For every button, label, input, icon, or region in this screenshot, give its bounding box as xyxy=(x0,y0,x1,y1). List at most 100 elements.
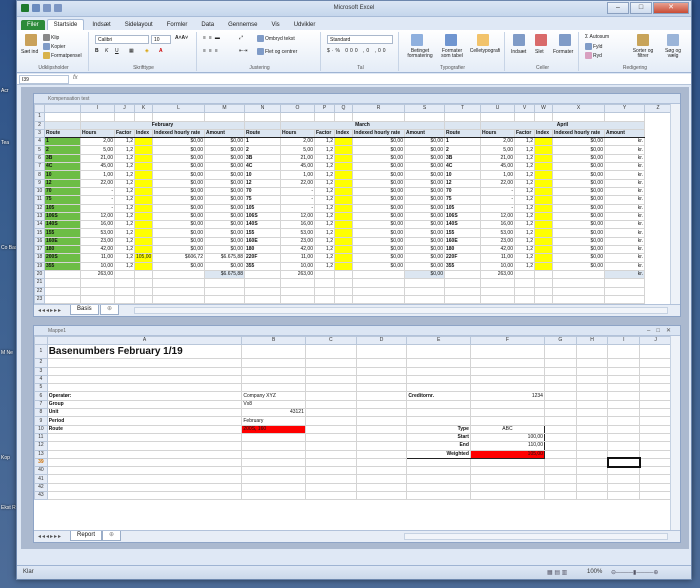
indexed-rate-cell[interactable]: $0,00 xyxy=(352,137,405,147)
amount-cell[interactable]: kr. xyxy=(604,195,645,205)
index-cell[interactable] xyxy=(134,170,153,180)
index-cell[interactable] xyxy=(534,245,553,255)
column-header[interactable]: G xyxy=(543,336,577,346)
cell[interactable] xyxy=(406,366,471,376)
cell[interactable] xyxy=(355,391,408,401)
indexed-rate-cell[interactable]: $0,00 xyxy=(552,137,605,147)
factor-cell[interactable]: 1,2 xyxy=(114,186,135,197)
sheet-tab-report[interactable]: Report xyxy=(70,531,103,541)
cell[interactable] xyxy=(639,432,670,443)
cell[interactable] xyxy=(241,491,306,501)
hours-cell[interactable]: 23,00 xyxy=(480,236,515,247)
hours-cell[interactable]: 22,00 xyxy=(480,178,515,188)
column-label[interactable]: Hours xyxy=(480,128,515,139)
row-header[interactable]: 13 xyxy=(34,449,48,459)
field-value[interactable]: 43121 xyxy=(241,408,306,418)
field-label[interactable]: Period xyxy=(46,416,243,426)
row-header[interactable]: 12 xyxy=(34,441,48,451)
cell[interactable] xyxy=(534,269,553,280)
route-cell[interactable]: 355 xyxy=(44,261,81,271)
cell[interactable] xyxy=(114,269,135,280)
index-cell[interactable] xyxy=(334,170,353,180)
route-cell[interactable]: 75 xyxy=(244,195,281,205)
route-cell[interactable]: 155 xyxy=(44,228,81,238)
index-cell[interactable] xyxy=(534,145,553,155)
indexed-rate-cell[interactable]: $606,72 xyxy=(152,253,205,263)
index-cell[interactable] xyxy=(334,220,353,230)
cell[interactable] xyxy=(607,474,641,484)
month-header[interactable]: March xyxy=(280,120,445,130)
column-header[interactable]: I xyxy=(80,104,115,114)
cell[interactable] xyxy=(604,294,645,304)
grow-font-icon[interactable]: A˄A˅ xyxy=(175,35,188,41)
factor-cell[interactable]: 1,2 xyxy=(114,236,135,247)
factor-cell[interactable]: 1,2 xyxy=(514,220,535,230)
cell[interactable] xyxy=(543,432,577,443)
fx-icon[interactable]: fx xyxy=(73,75,78,81)
end-value[interactable]: 110,00 xyxy=(469,441,545,451)
hours-cell[interactable]: 11,00 xyxy=(80,253,115,263)
indexed-rate-cell[interactable]: $0,00 xyxy=(552,195,605,205)
amount-cell[interactable]: kr. xyxy=(604,228,645,238)
cell[interactable] xyxy=(639,474,670,484)
tab-review[interactable]: Gennemse xyxy=(222,20,263,30)
field-value[interactable]: February xyxy=(241,416,306,426)
cell[interactable] xyxy=(241,441,306,451)
hours-cell[interactable]: 12,00 xyxy=(280,211,315,222)
total-amount-cell[interactable]: $0,00 xyxy=(404,269,445,280)
indexed-rate-cell[interactable]: $0,00 xyxy=(352,236,405,247)
index-cell[interactable] xyxy=(534,178,553,188)
route-cell[interactable]: 1 xyxy=(444,137,481,147)
cell[interactable] xyxy=(152,294,205,304)
indexed-rate-cell[interactable]: $0,00 xyxy=(152,162,205,172)
cell[interactable] xyxy=(552,278,605,288)
cell[interactable] xyxy=(355,383,408,393)
amount-cell[interactable]: kr. xyxy=(604,178,645,188)
index-cell[interactable] xyxy=(134,186,153,197)
indexed-rate-cell[interactable]: $0,00 xyxy=(352,153,405,164)
cell[interactable] xyxy=(280,286,315,296)
cell[interactable] xyxy=(355,474,408,484)
hours-cell[interactable]: - xyxy=(480,195,515,205)
cell[interactable] xyxy=(469,399,545,410)
row-header[interactable]: 9 xyxy=(34,416,48,426)
tab-page-layout[interactable]: Sidelayout xyxy=(119,20,159,30)
index-cell[interactable] xyxy=(534,253,553,263)
cell[interactable] xyxy=(241,449,306,459)
month-header[interactable]: April xyxy=(480,120,645,130)
cell[interactable] xyxy=(134,269,153,280)
index-cell[interactable] xyxy=(534,220,553,230)
weighted-value[interactable]: 105,00 xyxy=(469,449,545,459)
factor-cell[interactable]: 1,2 xyxy=(514,203,535,213)
paste-button[interactable]: Sæt ind xyxy=(21,49,38,55)
cell[interactable] xyxy=(406,482,471,493)
cell[interactable] xyxy=(543,424,577,434)
cell[interactable] xyxy=(304,399,357,410)
index-cell[interactable] xyxy=(334,137,353,147)
hours-cell[interactable]: 16,00 xyxy=(80,220,115,230)
route-cell[interactable]: 180 xyxy=(244,245,281,255)
cell[interactable] xyxy=(280,294,315,304)
cell[interactable] xyxy=(314,269,335,280)
cell[interactable] xyxy=(152,278,205,288)
index-cell[interactable] xyxy=(134,178,153,188)
amount-cell[interactable]: $0,00 xyxy=(204,145,245,155)
indexed-rate-cell[interactable]: $0,00 xyxy=(152,261,205,271)
row-header[interactable]: 11 xyxy=(34,195,45,205)
sheet-nav-icons[interactable]: ◂◂◂▸▸▸ xyxy=(38,533,62,540)
index-cell[interactable] xyxy=(334,245,353,255)
cell[interactable] xyxy=(575,482,609,493)
indexed-rate-cell[interactable]: $0,00 xyxy=(552,253,605,263)
cell-styles-button[interactable]: Celletypografi xyxy=(469,49,501,54)
cell[interactable] xyxy=(46,474,243,484)
indexed-rate-cell[interactable]: $0,00 xyxy=(552,170,605,180)
amount-cell[interactable]: kr. xyxy=(604,253,645,263)
merge-center-button[interactable]: Flet og centrer xyxy=(257,48,297,55)
amount-cell[interactable]: kr. xyxy=(604,211,645,222)
minimize-button[interactable]: – xyxy=(607,2,629,14)
cell[interactable] xyxy=(639,358,670,368)
row-header[interactable]: 2 xyxy=(34,358,48,368)
index-cell[interactable] xyxy=(134,137,153,147)
factor-cell[interactable]: 1,2 xyxy=(114,145,135,155)
cell[interactable] xyxy=(152,269,205,280)
